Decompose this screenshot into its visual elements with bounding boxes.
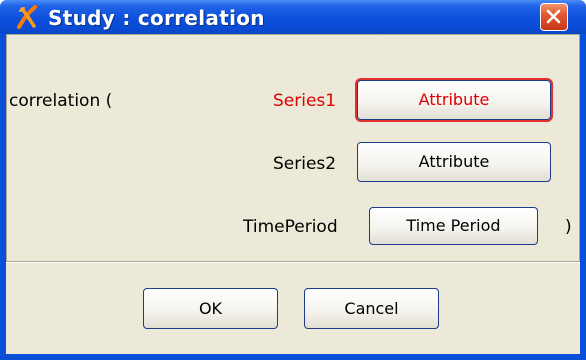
series2-attribute-button-label: Attribute <box>418 152 490 171</box>
close-button[interactable] <box>540 3 568 31</box>
dialog-window: Study : correlation correlation ( Series… <box>0 0 586 360</box>
cancel-button-label: Cancel <box>344 299 399 318</box>
suffix-label: ) <box>565 217 572 237</box>
series2-label: Series2 <box>273 154 337 174</box>
series1-label: Series1 <box>273 91 337 111</box>
prefix-label: correlation ( <box>9 91 113 111</box>
series2-attribute-button[interactable]: Attribute <box>357 142 551 182</box>
time-period-button[interactable]: Time Period <box>369 207 538 245</box>
form-panel: correlation ( Series1 Attribute Series2 … <box>6 34 580 262</box>
title-bar[interactable]: Study : correlation <box>0 0 586 34</box>
button-bar: OK Cancel <box>6 262 580 355</box>
dialog-body: correlation ( Series1 Attribute Series2 … <box>6 34 580 354</box>
cancel-button[interactable]: Cancel <box>304 288 439 329</box>
ok-button[interactable]: OK <box>143 288 278 329</box>
series1-attribute-button-label: Attribute <box>418 90 490 109</box>
time-period-button-label: Time Period <box>406 216 501 235</box>
ok-button-label: OK <box>198 299 223 318</box>
close-icon <box>546 9 561 24</box>
series1-attribute-button[interactable]: Attribute <box>357 80 551 120</box>
timeperiod-label: TimePeriod <box>243 217 338 237</box>
window-title: Study : correlation <box>48 6 265 30</box>
x-logo-icon <box>17 5 37 29</box>
